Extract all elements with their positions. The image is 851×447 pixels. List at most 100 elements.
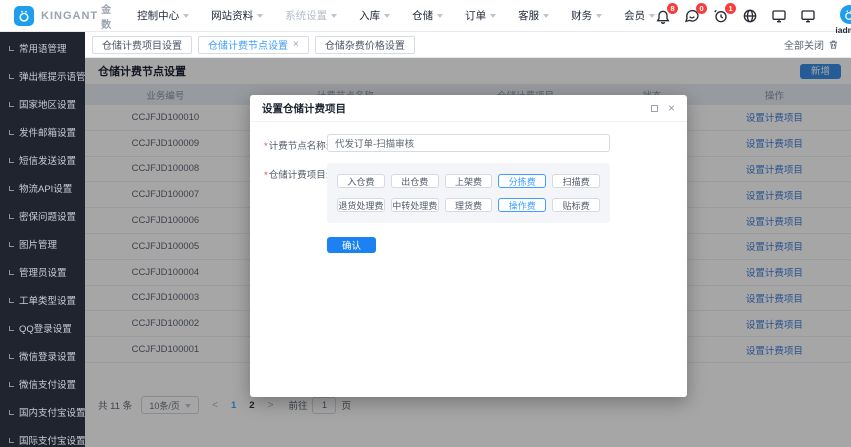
chevron-down-icon bbox=[437, 14, 443, 18]
dialog-body: *计费节点名称: *仓储计费项目: 入仓费 出仓费 上架费 分拣费 扫描费 退货… bbox=[250, 122, 687, 266]
dialog-header: 设置仓储计费项目 × bbox=[250, 95, 687, 122]
close-all-tabs-button[interactable]: 全部关闭 bbox=[784, 37, 839, 52]
alarm-badge: 1 bbox=[725, 3, 736, 14]
main-menu: 控制中心 网站资料 系统设置 入库 仓储 订单 客服 财务 会员 bbox=[137, 8, 655, 23]
sidebar-item-international-alipay[interactable]: 国际支付宝设置 bbox=[0, 426, 85, 447]
set-billing-items-dialog: 设置仓储计费项目 × *计费节点名称: *仓储计费项目: 入仓费 出仓费 上架费… bbox=[250, 95, 687, 397]
username-label: iadmin bbox=[835, 25, 851, 35]
chevron-down-icon bbox=[596, 14, 602, 18]
sidebar-item-common-phrases[interactable]: 常用语管理 bbox=[0, 34, 85, 62]
maximize-icon[interactable] bbox=[651, 105, 658, 112]
menu-members[interactable]: 会员 bbox=[624, 8, 655, 23]
tab-billing-item-settings[interactable]: 仓储计费项目设置 bbox=[92, 36, 192, 54]
fee-option-outbound[interactable]: 出仓费 bbox=[391, 174, 439, 188]
chevron-down-icon bbox=[384, 14, 390, 18]
dialog-actions: × bbox=[651, 102, 675, 114]
submenu-icon bbox=[9, 74, 14, 79]
brand-name-cn: 金数 bbox=[101, 1, 111, 31]
top-navbar: KINGANT 金数 控制中心 网站资料 系统设置 入库 仓储 订单 客服 财务… bbox=[0, 0, 851, 32]
billing-items-label: *仓储计费项目: bbox=[264, 163, 327, 223]
fee-option-transfer-handling[interactable]: 中转处理费 bbox=[391, 198, 439, 212]
fee-option-inbound[interactable]: 入仓费 bbox=[337, 174, 385, 188]
monitor-icon[interactable] bbox=[771, 8, 787, 24]
submenu-icon bbox=[9, 102, 14, 107]
chevron-down-icon bbox=[257, 14, 263, 18]
fullscreen-monitor-icon[interactable] bbox=[800, 8, 816, 24]
fee-option-return-handling[interactable]: 退货处理费 bbox=[337, 198, 385, 212]
fee-option-scanning[interactable]: 扫描费 bbox=[552, 174, 600, 188]
form-row-node-name: *计费节点名称: bbox=[264, 134, 673, 152]
fee-options-panel: 入仓费 出仓费 上架费 分拣费 扫描费 退货处理费 中转处理费 理货费 操作费 … bbox=[327, 163, 610, 223]
submenu-icon bbox=[9, 298, 14, 303]
open-tabs-bar: 仓储计费项目设置 仓储计费节点设置 × 仓储杂费价格设置 全部关闭 bbox=[85, 32, 851, 58]
brand-logo-icon bbox=[14, 6, 34, 26]
sidebar-item-admin-settings[interactable]: 管理员设置 bbox=[0, 258, 85, 286]
sidebar-item-wechat-pay[interactable]: 微信支付设置 bbox=[0, 370, 85, 398]
close-tab-icon[interactable]: × bbox=[293, 40, 299, 50]
bell-badge: 8 bbox=[667, 3, 678, 14]
chevron-down-icon bbox=[331, 14, 337, 18]
tab-billing-node-settings[interactable]: 仓储计费节点设置 × bbox=[198, 36, 309, 54]
submenu-icon bbox=[9, 382, 14, 387]
globe-icon[interactable] bbox=[742, 8, 758, 24]
node-name-label: *计费节点名称: bbox=[264, 134, 327, 152]
submenu-icon bbox=[9, 214, 14, 219]
chevron-down-icon bbox=[183, 14, 189, 18]
menu-site-data[interactable]: 网站资料 bbox=[211, 8, 263, 23]
menu-warehouse[interactable]: 仓储 bbox=[412, 8, 443, 23]
user-menu[interactable]: iadmin bbox=[829, 5, 851, 35]
chat-badge: 0 bbox=[696, 3, 707, 14]
form-row-billing-items: *仓储计费项目: 入仓费 出仓费 上架费 分拣费 扫描费 退货处理费 中转处理费… bbox=[264, 163, 673, 223]
menu-control-center[interactable]: 控制中心 bbox=[137, 8, 189, 23]
submenu-icon bbox=[9, 326, 14, 331]
sidebar-item-security-question[interactable]: 密保问题设置 bbox=[0, 202, 85, 230]
trash-icon bbox=[828, 39, 839, 50]
avatar bbox=[840, 5, 851, 24]
fee-option-operation[interactable]: 操作费 bbox=[498, 198, 546, 212]
sidebar-item-popup-messages[interactable]: 弹出框提示语管理 bbox=[0, 62, 85, 90]
sidebar-item-image-management[interactable]: 图片管理 bbox=[0, 230, 85, 258]
sidebar-item-sender-email[interactable]: 发件邮箱设置 bbox=[0, 118, 85, 146]
sidebar-item-wechat-login[interactable]: 微信登录设置 bbox=[0, 342, 85, 370]
menu-orders[interactable]: 订单 bbox=[465, 8, 496, 23]
sidebar-item-country-region[interactable]: 国家地区设置 bbox=[0, 90, 85, 118]
fee-option-shelving[interactable]: 上架费 bbox=[445, 174, 493, 188]
sidebar-item-ticket-type[interactable]: 工单类型设置 bbox=[0, 286, 85, 314]
confirm-button[interactable]: 确认 bbox=[327, 237, 376, 253]
menu-system-settings[interactable]: 系统设置 bbox=[285, 8, 337, 23]
close-icon[interactable]: × bbox=[668, 102, 675, 114]
sidebar: 常用语管理 弹出框提示语管理 国家地区设置 发件邮箱设置 短信发送设置 物流AP… bbox=[0, 32, 85, 447]
required-marker: * bbox=[264, 170, 268, 181]
chat-icon[interactable]: 0 bbox=[684, 8, 700, 24]
sidebar-item-qq-login[interactable]: QQ登录设置 bbox=[0, 314, 85, 342]
chevron-down-icon bbox=[543, 14, 549, 18]
submenu-icon bbox=[9, 130, 14, 135]
menu-inbound[interactable]: 入库 bbox=[359, 8, 390, 23]
alarm-clock-icon[interactable]: 1 bbox=[713, 8, 729, 24]
submenu-icon bbox=[9, 438, 14, 443]
submenu-icon bbox=[9, 186, 14, 191]
required-marker: * bbox=[264, 141, 268, 152]
app-window: KINGANT 金数 控制中心 网站资料 系统设置 入库 仓储 订单 客服 财务… bbox=[0, 0, 851, 447]
dialog-title: 设置仓储计费项目 bbox=[262, 101, 346, 116]
sidebar-item-logistics-api[interactable]: 物流API设置 bbox=[0, 174, 85, 202]
bell-icon[interactable]: 8 bbox=[655, 8, 671, 24]
menu-finance[interactable]: 财务 bbox=[571, 8, 602, 23]
brand-name: KINGANT bbox=[41, 10, 98, 22]
chevron-down-icon bbox=[490, 14, 496, 18]
submenu-icon bbox=[9, 354, 14, 359]
tab-misc-fee-settings[interactable]: 仓储杂费价格设置 bbox=[315, 36, 415, 54]
sidebar-item-sms[interactable]: 短信发送设置 bbox=[0, 146, 85, 174]
fee-option-tallying[interactable]: 理货费 bbox=[445, 198, 493, 212]
submenu-icon bbox=[9, 242, 14, 247]
submenu-icon bbox=[9, 158, 14, 163]
sidebar-item-domestic-alipay[interactable]: 国内支付宝设置 bbox=[0, 398, 85, 426]
fee-option-labeling[interactable]: 贴标费 bbox=[552, 198, 600, 212]
submenu-icon bbox=[9, 46, 14, 51]
fee-option-sorting[interactable]: 分拣费 bbox=[498, 174, 546, 188]
node-name-input[interactable] bbox=[327, 134, 610, 152]
submenu-icon bbox=[9, 410, 14, 415]
navbar-actions: 8 0 1 bbox=[655, 0, 851, 35]
menu-customer-service[interactable]: 客服 bbox=[518, 8, 549, 23]
submenu-icon bbox=[9, 270, 14, 275]
